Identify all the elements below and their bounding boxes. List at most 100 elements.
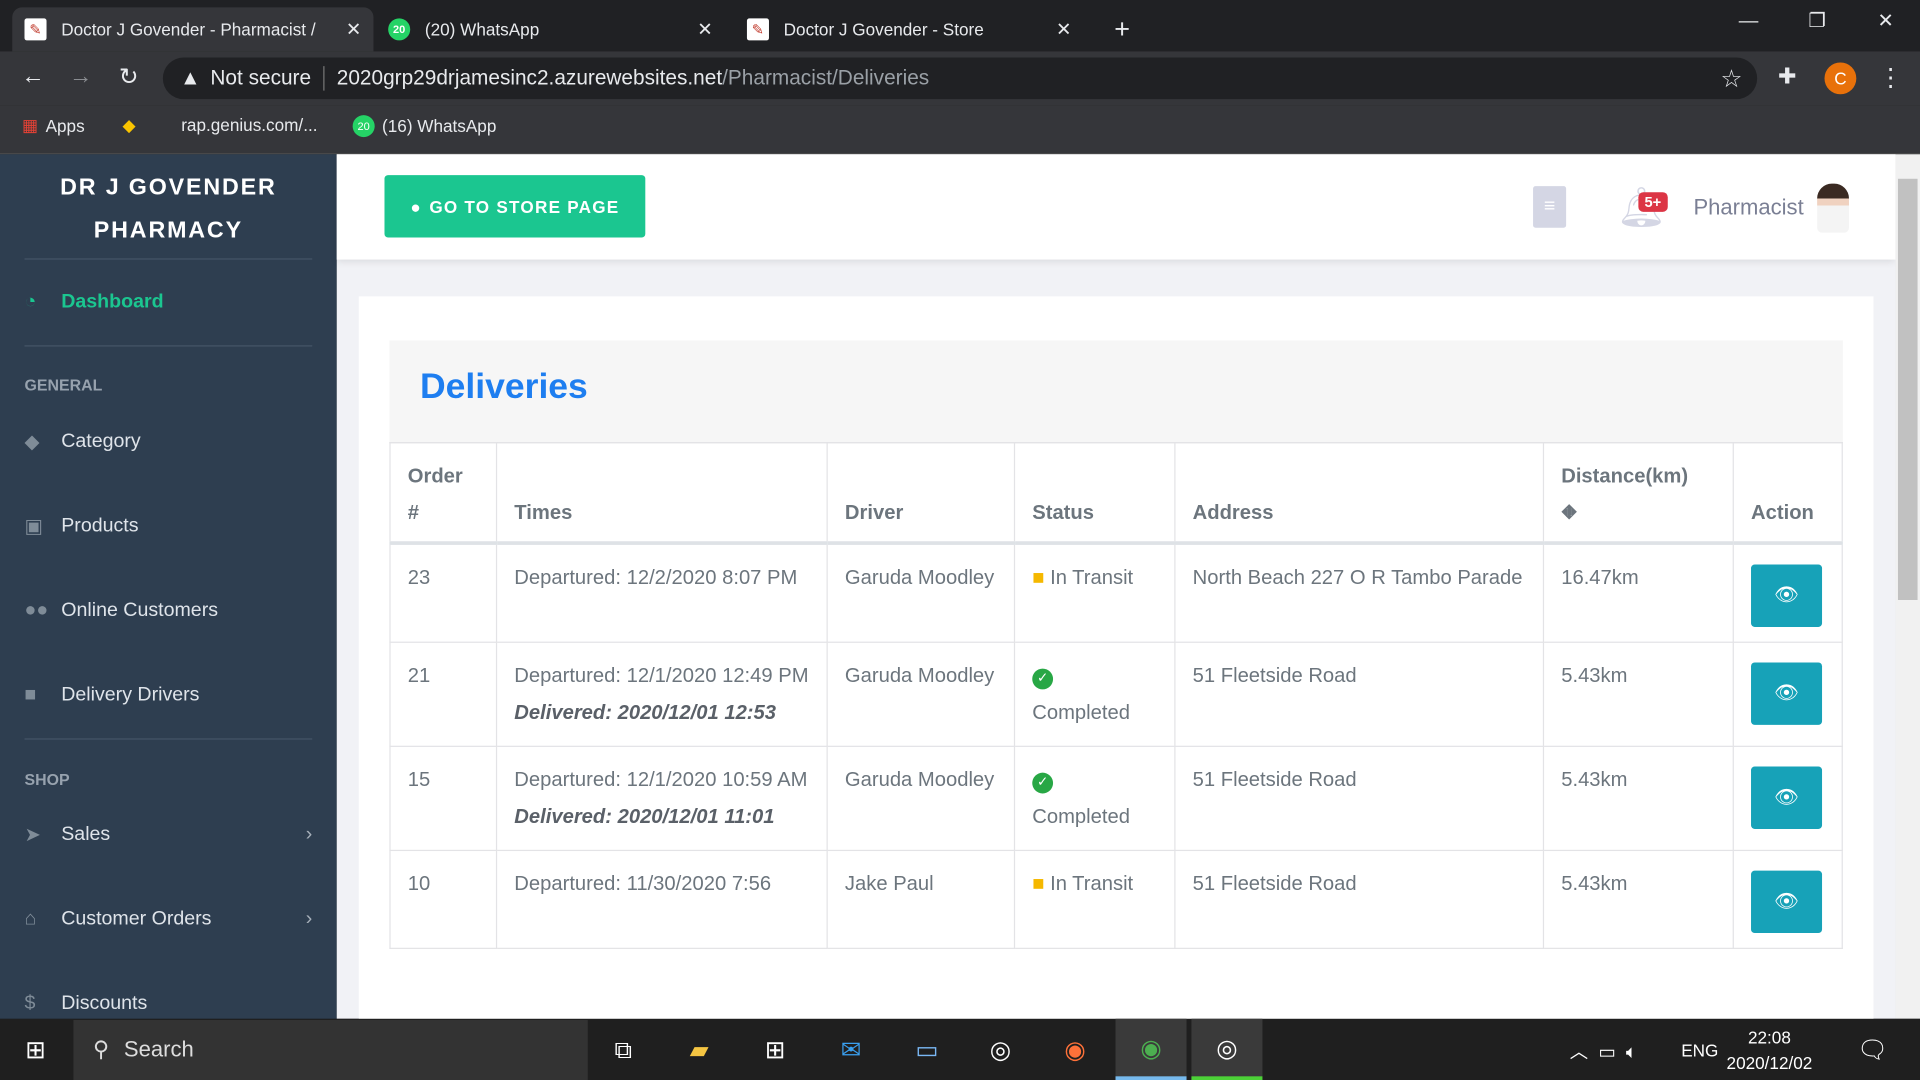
task-view-icon[interactable]: ⧉	[588, 1029, 659, 1073]
eye-icon: 👁︎	[1774, 787, 1799, 809]
apps-grid-icon: ▦	[22, 115, 39, 135]
extensions-icon[interactable]: ✚	[1778, 64, 1796, 90]
sidebar-item-sales[interactable]: ➤ Sales ›	[24, 823, 312, 847]
view-button[interactable]: 👁︎	[1751, 564, 1823, 627]
user-avatar[interactable]	[1817, 183, 1849, 233]
sidebar-item-label: Products	[61, 515, 139, 537]
bookmark-genius[interactable]: rap.genius.com/...	[181, 115, 317, 135]
check-circle-icon: ✓	[1032, 668, 1054, 690]
site-favicon-icon: ✎	[24, 18, 47, 41]
close-tab-icon[interactable]: ✕	[1056, 18, 1071, 41]
notifications-icon[interactable]: 🗨︎	[1837, 1029, 1908, 1073]
close-window-button[interactable]: ✕	[1851, 0, 1920, 44]
col-driver: Driver	[826, 442, 1016, 545]
eye-icon: 👁︎	[1774, 585, 1799, 607]
scrollbar-thumb[interactable]	[1897, 178, 1918, 601]
tab-store[interactable]: ✎ Doctor J Govender - Store ✕	[735, 7, 1084, 51]
times-cell: Departured: 12/2/2020 8:07 PM	[495, 542, 828, 643]
sidebar-item-discounts[interactable]: $ Discounts	[24, 993, 312, 1015]
section-shop: SHOP	[24, 770, 70, 789]
tags-icon: ◆	[24, 432, 40, 454]
view-button[interactable]: 👁︎	[1751, 870, 1823, 934]
windows-start-icon[interactable]: ⊞	[0, 1029, 71, 1073]
bookmark-apps[interactable]: ▦ Apps	[22, 115, 85, 136]
language-indicator[interactable]: ENG	[1681, 1041, 1718, 1061]
back-button[interactable]: ←	[17, 64, 49, 91]
brand-logo-text[interactable]: DR J GOVENDER PHARMACY	[0, 167, 337, 253]
new-tab-button[interactable]: +	[1102, 7, 1142, 51]
close-tab-icon[interactable]: ✕	[346, 18, 361, 41]
diamond-icon[interactable]: ◆	[122, 115, 135, 136]
times-cell: Departured: 11/30/2020 7:56	[495, 849, 828, 949]
delivered-time: Delivered: 2020/12/01 11:01	[514, 805, 775, 828]
divider	[24, 738, 313, 740]
delivered-time: Delivered: 2020/12/01 12:53	[514, 701, 777, 724]
basket-icon: ⌂	[24, 908, 37, 930]
sidebar-item-category[interactable]: ◆ Category	[24, 430, 312, 454]
clock[interactable]: 22:08 2020/12/02	[1727, 1025, 1813, 1076]
table-row: 10 Departured: 11/30/2020 7:56 Jake Paul…	[389, 849, 1843, 949]
col-status: Status	[1013, 442, 1176, 545]
forward-button[interactable]: →	[65, 64, 97, 91]
distance: 16.47km	[1542, 542, 1734, 643]
app-spiral-icon[interactable]: ◎	[1191, 1018, 1263, 1080]
reload-button[interactable]: ↻	[113, 64, 145, 92]
view-button[interactable]: 👁︎	[1751, 662, 1823, 725]
driver: Garuda Moodley	[826, 745, 1016, 852]
document-icon[interactable]: ≡	[1533, 186, 1567, 228]
minimize-button[interactable]: —	[1714, 0, 1783, 44]
action-cell: 👁︎	[1732, 641, 1843, 747]
address-bar[interactable]: ▲ Not secure 2020grp29drjamesinc2.azurew…	[162, 57, 1758, 100]
departed-time: Departured: 12/1/2020 12:49 PM	[514, 664, 809, 687]
col-address: Address	[1174, 442, 1545, 545]
bookmark-label: rap.genius.com/...	[181, 115, 318, 135]
address: 51 Fleetside Road	[1174, 849, 1545, 949]
sidebar-item-label: Discounts	[61, 993, 148, 1014]
sidebar-item-delivery-drivers[interactable]: ■ Delivery Drivers	[24, 684, 312, 706]
chrome-icon[interactable]: ◉	[1115, 1018, 1187, 1080]
go-to-store-button[interactable]: ● GO TO STORE PAGE	[384, 175, 646, 238]
route-icon: ⛖	[1561, 502, 1578, 525]
user-role[interactable]: Pharmacist	[1693, 195, 1803, 221]
restore-button[interactable]: ❐	[1783, 0, 1852, 44]
notification-badge: 5+	[1638, 192, 1668, 212]
tab-pharmacist[interactable]: ✎ Doctor J Govender - Pharmacist / ✕	[12, 7, 374, 52]
bookmark-star-icon[interactable]: ☆	[1720, 63, 1742, 94]
menu-icon[interactable]: ⋮	[1878, 62, 1902, 93]
status: ✓ Completed	[1013, 745, 1176, 852]
file-explorer-icon[interactable]: ▰	[664, 1029, 735, 1073]
page-title: Deliveries	[420, 367, 588, 407]
firefox-icon[interactable]: ◉	[1040, 1029, 1111, 1073]
tab-whatsapp[interactable]: 20 (20) WhatsApp ✕	[376, 7, 725, 51]
remote-desktop-icon[interactable]: ▭	[891, 1029, 962, 1073]
times-cell: Departured: 12/1/2020 12:49 PM Delivered:…	[495, 641, 828, 747]
site-favicon-icon: ✎	[746, 18, 769, 41]
brand-line: DR J GOVENDER	[60, 175, 277, 201]
action-cell: 👁︎	[1732, 542, 1843, 643]
bookmark-whatsapp[interactable]: 20 (16) WhatsApp	[352, 115, 496, 138]
obs-icon[interactable]: ◎	[965, 1029, 1036, 1073]
taskbar-search[interactable]: ⚲ Search	[73, 1020, 588, 1080]
col-order: Order #	[389, 442, 498, 545]
close-tab-icon[interactable]: ✕	[697, 18, 712, 41]
card-header	[389, 340, 1843, 444]
col-times: Times	[495, 442, 828, 545]
sidebar-item-online-customers[interactable]: ●● Online Customers	[24, 600, 312, 622]
sidebar-item-label: Category	[61, 431, 141, 452]
driver: Garuda Moodley	[826, 641, 1016, 747]
bookmark-label: Apps	[45, 115, 85, 136]
store-icon[interactable]: ⊞	[740, 1029, 811, 1073]
sidebar-item-products[interactable]: ▣ Products	[24, 514, 312, 538]
sidebar-item-customer-orders[interactable]: ⌂ Customer Orders ›	[24, 909, 312, 931]
security-label[interactable]: Not secure	[210, 66, 311, 90]
view-button[interactable]: 👁︎	[1751, 766, 1823, 829]
tray-icons[interactable]: ︿ ▭ 🔈︎	[1570, 1038, 1637, 1064]
sidebar-item-dashboard[interactable]: ◔ Dashboard	[24, 291, 312, 313]
status-text: In Transit	[1050, 566, 1134, 589]
medkit-icon: ▣	[24, 516, 44, 538]
sidebar	[0, 154, 337, 1019]
tab-title: (20) WhatsApp	[424, 19, 540, 40]
mail-icon[interactable]: ✉	[816, 1029, 887, 1073]
profile-avatar[interactable]: C	[1824, 62, 1857, 95]
col-distance: Distance(km) ⛖	[1542, 442, 1734, 545]
